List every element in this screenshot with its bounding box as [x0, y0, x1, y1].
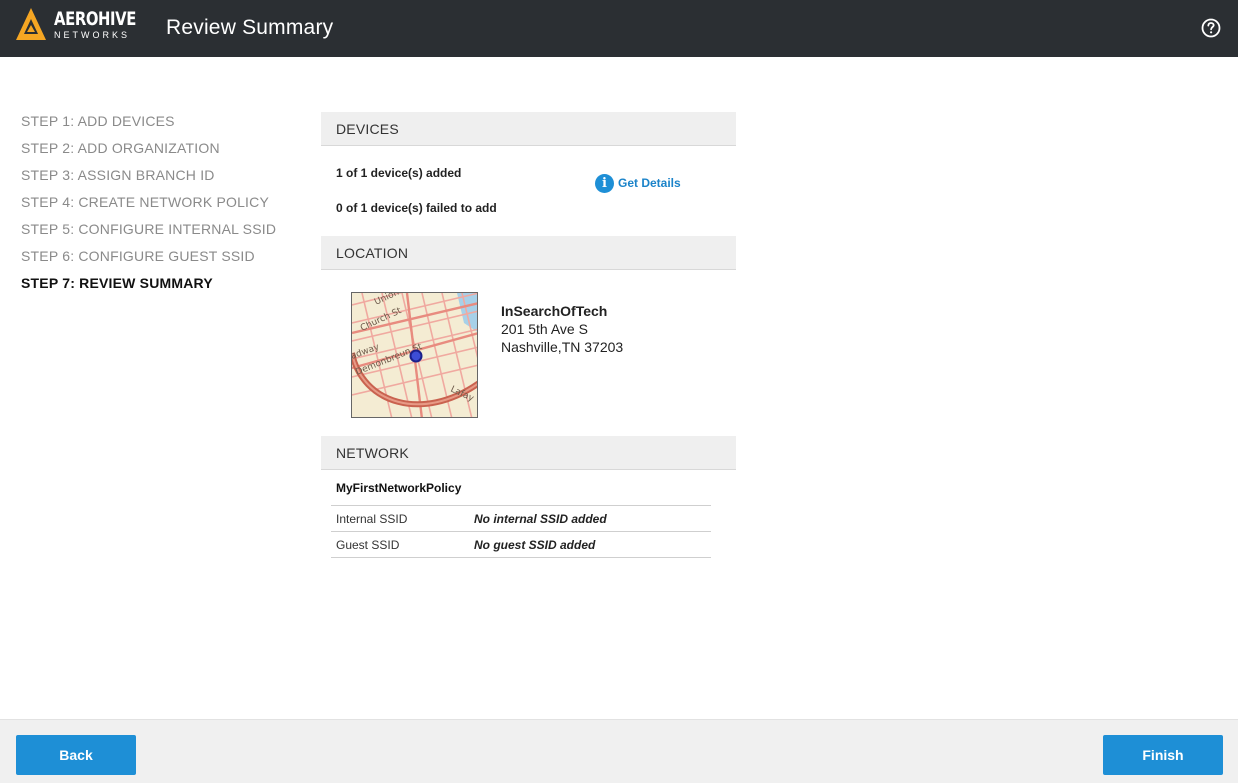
devices-failed-text: 0 of 1 device(s) failed to add: [336, 201, 497, 215]
ssid-table: Internal SSID No internal SSID added Gue…: [331, 505, 711, 558]
info-icon: i: [595, 173, 614, 193]
guest-ssid-label: Guest SSID: [336, 538, 400, 552]
wizard-steps: STEP 1: ADD DEVICES STEP 2: ADD ORGANIZA…: [21, 113, 311, 302]
top-bar: AEROHIVE NETWORKS Review Summary: [0, 0, 1238, 57]
location-address-line2: Nashville,TN 37203: [501, 339, 624, 355]
devices-added-text: 1 of 1 device(s) added: [336, 166, 462, 180]
table-row: Internal SSID No internal SSID added: [331, 506, 711, 532]
table-row: Guest SSID No guest SSID added: [331, 532, 711, 558]
finish-button[interactable]: Finish: [1103, 735, 1223, 775]
aerohive-logo: AEROHIVE NETWORKS: [16, 8, 136, 42]
page-title: Review Summary: [166, 16, 334, 39]
location-header: LOCATION: [321, 236, 736, 270]
step-3[interactable]: STEP 3: ASSIGN BRANCH ID: [21, 167, 311, 194]
aerohive-logo-icon: [16, 8, 46, 40]
get-details-label: Get Details: [618, 176, 681, 190]
internal-ssid-value: No internal SSID added: [474, 512, 607, 526]
devices-section: 1 of 1 device(s) added 0 of 1 device(s) …: [321, 146, 736, 236]
location-name: InSearchOfTech: [501, 303, 608, 319]
guest-ssid-value: No guest SSID added: [474, 538, 596, 552]
step-7-current: STEP 7: REVIEW SUMMARY: [21, 275, 213, 291]
step-1[interactable]: STEP 1: ADD DEVICES: [21, 113, 311, 140]
summary-content: DEVICES 1 of 1 device(s) added 0 of 1 de…: [321, 112, 736, 580]
logo-subtext: NETWORKS: [54, 30, 131, 40]
location-map[interactable]: Union St Church St adway Demonbreun St L…: [351, 292, 478, 418]
location-address-line1: 201 5th Ave S: [501, 321, 588, 337]
network-header: NETWORK: [321, 436, 736, 470]
internal-ssid-label: Internal SSID: [336, 512, 408, 526]
footer-bar: Back Finish: [0, 719, 1238, 783]
network-section: MyFirstNetworkPolicy Internal SSID No in…: [321, 470, 736, 580]
logo-text: AEROHIVE: [54, 8, 136, 30]
get-details-link[interactable]: i Get Details: [595, 173, 681, 193]
help-circle-icon[interactable]: [1200, 17, 1222, 39]
devices-header: DEVICES: [321, 112, 736, 146]
step-5[interactable]: STEP 5: CONFIGURE INTERNAL SSID: [21, 221, 311, 248]
location-section: Union St Church St adway Demonbreun St L…: [321, 270, 736, 436]
back-button[interactable]: Back: [16, 735, 136, 775]
step-2[interactable]: STEP 2: ADD ORGANIZATION: [21, 140, 311, 167]
step-4[interactable]: STEP 4: CREATE NETWORK POLICY: [21, 194, 311, 221]
network-policy-name: MyFirstNetworkPolicy: [336, 481, 462, 495]
step-6[interactable]: STEP 6: CONFIGURE GUEST SSID: [21, 248, 311, 275]
